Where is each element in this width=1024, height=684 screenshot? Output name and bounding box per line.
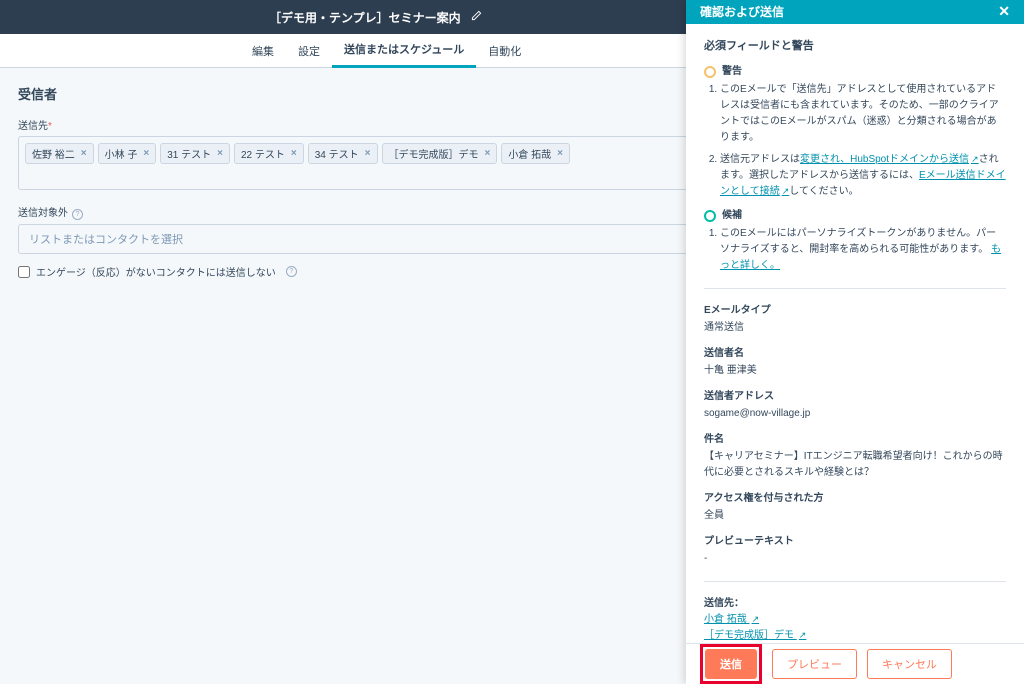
subject-label: 件名 <box>704 432 1006 448</box>
unengaged-label: エンゲージ（反応）がないコンタクトには送信しない <box>36 264 276 279</box>
remove-pill-icon[interactable]: × <box>291 148 297 159</box>
unengaged-checkbox[interactable] <box>18 266 30 278</box>
recipient-pill-label: 31 テスト <box>167 146 211 161</box>
remove-pill-icon[interactable]: × <box>217 148 223 159</box>
drawer-recipient-link[interactable]: ［デモ完成版］デモ ↗ <box>704 628 1006 644</box>
remove-pill-icon[interactable]: × <box>557 148 563 159</box>
access-value: 全員 <box>704 508 1006 524</box>
email-type-label: Eメールタイプ <box>704 303 1006 319</box>
drawer-title: 確認および送信 <box>700 3 784 20</box>
review-send-drawer: 確認および送信 ✕ 必須フィールドと警告 警告 このEメールで「送信先」アドレス… <box>686 0 1024 684</box>
suggestion-status: 候補 <box>704 208 1006 224</box>
remove-pill-icon[interactable]: × <box>143 148 149 159</box>
required-fields-heading: 必須フィールドと警告 <box>704 38 1006 56</box>
tab-automation[interactable]: 自動化 <box>476 34 533 68</box>
warning-item: このEメールで「送信先」アドレスとして使用されているアドレスは受信者にも含まれて… <box>720 82 1006 146</box>
recipient-pill-label: 34 テスト <box>315 146 359 161</box>
send-button[interactable]: 送信 <box>705 649 757 679</box>
from-addr-label: 送信者アドレス <box>704 389 1006 405</box>
send-button-highlight: 送信 <box>700 644 762 684</box>
recipient-pill[interactable]: 小倉 拓哉 × <box>501 143 570 164</box>
from-addr-value: sogame@now-village.jp <box>704 406 1006 422</box>
edit-title-icon[interactable] <box>471 10 482 24</box>
email-type-value: 通常送信 <box>704 320 1006 336</box>
recipient-pill[interactable]: 34 テスト × <box>308 143 378 164</box>
connect-domain-link[interactable]: Eメール送信ドメインとして接続↗ <box>720 170 1006 197</box>
remove-pill-icon[interactable]: × <box>81 148 87 159</box>
help-icon[interactable]: ? <box>72 209 83 220</box>
tab-settings[interactable]: 設定 <box>286 34 332 68</box>
warning-icon <box>704 66 716 78</box>
tab-send[interactable]: 送信またはスケジュール <box>332 34 476 68</box>
recipients-heading: 受信者 <box>18 84 724 103</box>
cancel-button[interactable]: キャンセル <box>867 649 952 679</box>
recipient-pill-label: 佐野 裕二 <box>32 146 75 161</box>
drawer-header: 確認および送信 ✕ <box>686 0 1024 24</box>
remove-pill-icon[interactable]: × <box>365 148 371 159</box>
from-name-value: 十亀 亜津美 <box>704 363 1006 379</box>
drawer-footer: 送信 プレビュー キャンセル <box>686 643 1024 684</box>
recipient-pill[interactable]: 佐野 裕二 × <box>25 143 94 164</box>
help-icon[interactable]: ? <box>286 266 297 277</box>
recipient-pill[interactable]: 22 テスト × <box>234 143 304 164</box>
recipient-pill-label: 小林 子 <box>105 146 138 161</box>
suggestion-item: このEメールにはパーソナライズトークンがありません。パーソナライズすると、開封率… <box>720 226 1006 274</box>
drawer-recipient-link[interactable]: 小倉 拓哉 ↗ <box>704 612 1006 628</box>
recipient-pill-label: ［デモ完成版］デモ <box>389 146 479 161</box>
unengaged-checkbox-row[interactable]: エンゲージ（反応）がないコンタクトには送信しない ? <box>18 264 724 279</box>
preview-text-label: プレビューテキスト <box>704 534 1006 550</box>
sendto-label: 送信先* <box>18 117 724 132</box>
preview-text-value: - <box>704 551 1006 567</box>
recipient-pill[interactable]: ［デモ完成版］デモ × <box>382 143 498 164</box>
sendto-select[interactable]: 佐野 裕二 ×小林 子 ×31 テスト ×22 テスト ×34 テスト ×［デモ… <box>18 136 724 190</box>
tab-edit[interactable]: 編集 <box>240 34 286 68</box>
access-label: アクセス権を付与された方 <box>704 491 1006 507</box>
domain-change-link[interactable]: 変更され、HubSpotドメインから送信↗ <box>800 154 979 165</box>
warning-status: 警告 <box>704 64 1006 80</box>
exclude-select[interactable]: リストまたはコンタクトを選択 ▼ <box>18 224 724 254</box>
ok-icon <box>704 210 716 222</box>
close-icon[interactable]: ✕ <box>998 3 1010 20</box>
remove-pill-icon[interactable]: × <box>485 148 491 159</box>
warning-item: 送信元アドレスは変更され、HubSpotドメインから送信↗されます。選択したアド… <box>720 152 1006 200</box>
recipient-pill[interactable]: 31 テスト × <box>160 143 230 164</box>
subject-value: 【キャリアセミナー】ITエンジニア転職希望者向け！これからの時代に必要とされるス… <box>704 449 1006 481</box>
recipient-pill[interactable]: 小林 子 × <box>98 143 157 164</box>
recipient-pill-label: 22 テスト <box>241 146 285 161</box>
preview-button[interactable]: プレビュー <box>772 649 857 679</box>
exclude-label: 送信対象外? <box>18 204 724 220</box>
recipient-pill-label: 小倉 拓哉 <box>508 146 551 161</box>
from-name-label: 送信者名 <box>704 346 1006 362</box>
drawer-sendto-label: 送信先： <box>704 596 1006 612</box>
page-title: ［デモ用・テンプレ］セミナー案内 <box>269 9 461 26</box>
